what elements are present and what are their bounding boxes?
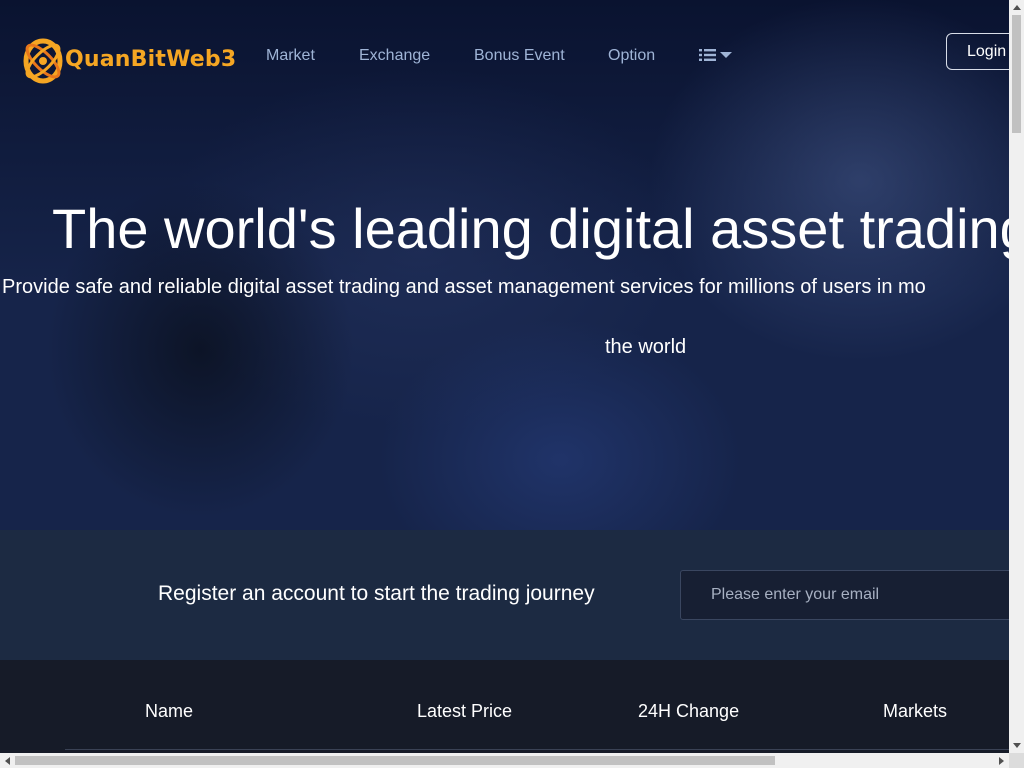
nav-item-option[interactable]: Option [608,47,655,65]
nav-item-bonus-event[interactable]: Bonus Event [474,47,565,65]
caret-down-icon [720,52,732,58]
list-icon [699,49,716,61]
hero-subtitle-continued: the world [605,336,687,358]
nav-item-exchange[interactable]: Exchange [359,47,430,65]
more-menu-button[interactable] [699,48,732,62]
navbar: QuanBitWeb3 Market Exchange Bonus Event … [0,0,1009,112]
nav-item-market[interactable]: Market [266,47,315,65]
scroll-up-arrow-icon[interactable] [1009,0,1024,15]
register-prompt: Register an account to start the trading… [158,582,595,605]
register-banner: Register an account to start the trading… [0,530,1009,660]
logo-icon [23,38,63,84]
logo[interactable]: QuanBitWeb3 [20,33,236,85]
horizontal-scrollbar[interactable] [0,753,1009,768]
vertical-scrollbar-thumb[interactable] [1012,15,1021,133]
login-button[interactable]: Login [946,33,1009,70]
market-table: Name Latest Price 24H Change Markets [0,660,1009,753]
column-header-name[interactable]: Name [145,701,193,722]
brand-name: QuanBitWeb3 [65,46,237,72]
email-input[interactable] [680,570,1009,620]
hero-title: The world's leading digital asset tradin… [52,197,1009,260]
column-header-latest-price[interactable]: Latest Price [417,701,512,722]
scroll-down-arrow-icon[interactable] [1009,738,1024,753]
scroll-right-arrow-icon[interactable] [994,753,1009,768]
table-divider [65,749,1009,750]
page: QuanBitWeb3 Market Exchange Bonus Event … [0,0,1009,753]
column-header-24h-change[interactable]: 24H Change [638,701,739,722]
scrollbar-corner [1009,753,1024,768]
hero-subtitle: Provide safe and reliable digital asset … [2,276,926,298]
scroll-left-arrow-icon[interactable] [0,753,15,768]
vertical-scrollbar[interactable] [1009,0,1024,753]
horizontal-scrollbar-thumb[interactable] [15,756,775,765]
column-header-markets[interactable]: Markets [883,701,947,722]
hero-section: QuanBitWeb3 Market Exchange Bonus Event … [0,0,1009,530]
